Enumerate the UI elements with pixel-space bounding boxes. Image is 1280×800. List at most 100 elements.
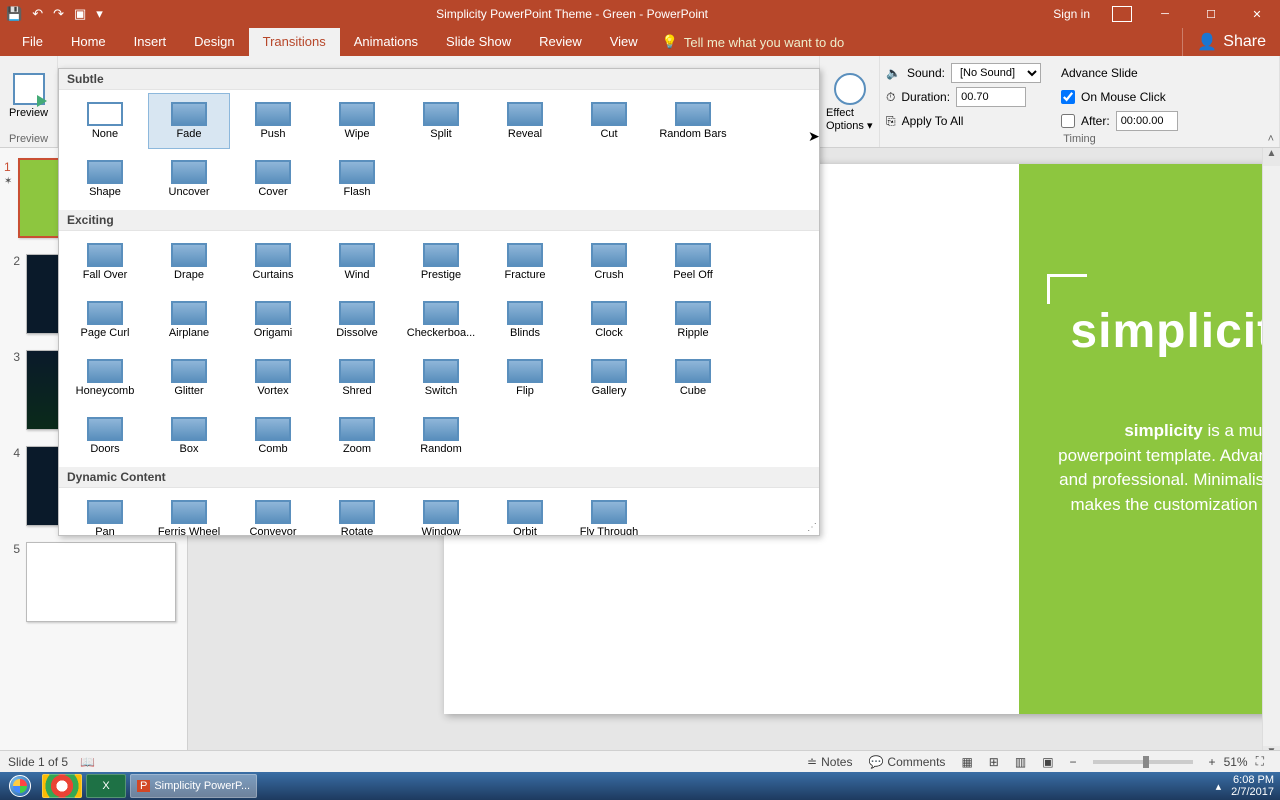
tab-insert[interactable]: Insert xyxy=(120,28,181,56)
comments-button[interactable]: 💬Comments xyxy=(860,751,953,772)
slideshow-view-button[interactable]: ▣ xyxy=(1034,751,1061,772)
transition-page-curl[interactable]: Page Curl xyxy=(64,292,146,348)
tab-review[interactable]: Review xyxy=(525,28,596,56)
thumb-5[interactable]: 5 xyxy=(4,542,183,622)
undo-icon[interactable]: ↶ xyxy=(32,6,43,22)
transition-glitter[interactable]: Glitter xyxy=(148,350,230,406)
transition-fracture[interactable]: Fracture xyxy=(484,234,566,290)
transition-uncover[interactable]: Uncover xyxy=(148,151,230,207)
transition-none[interactable]: None xyxy=(64,93,146,149)
taskbar-excel[interactable]: X xyxy=(86,774,126,798)
transition-random[interactable]: Random xyxy=(400,408,482,464)
transition-wind[interactable]: Wind xyxy=(316,234,398,290)
save-icon[interactable]: 💾 xyxy=(6,6,22,22)
transition-airplane[interactable]: Airplane xyxy=(148,292,230,348)
share-button[interactable]: 👤 Share xyxy=(1182,28,1280,56)
transition-box[interactable]: Box xyxy=(148,408,230,464)
signin-link[interactable]: Sign in xyxy=(1041,7,1102,21)
tab-view[interactable]: View xyxy=(596,28,652,56)
spelling-icon[interactable]: 📖 xyxy=(80,755,95,769)
transition-clock[interactable]: Clock xyxy=(568,292,650,348)
ribbon-display-options-icon[interactable] xyxy=(1112,6,1132,22)
transition-fall-over[interactable]: Fall Over xyxy=(64,234,146,290)
clock[interactable]: 6:08 PM 2/7/2017 xyxy=(1231,774,1274,798)
notes-button[interactable]: ≐Notes xyxy=(799,751,860,772)
tab-design[interactable]: Design xyxy=(180,28,248,56)
transition-pan[interactable]: Pan xyxy=(64,491,146,536)
fit-slide-button[interactable]: ⛶ xyxy=(1248,751,1272,772)
slideshow-icon[interactable]: ▣ xyxy=(74,6,86,22)
transition-cube[interactable]: Cube xyxy=(652,350,734,406)
transition-checkerboa-[interactable]: Checkerboa... xyxy=(400,292,482,348)
preview-button[interactable]: Preview xyxy=(6,61,51,131)
after-checkbox[interactable] xyxy=(1061,114,1075,128)
transition-honeycomb[interactable]: Honeycomb xyxy=(64,350,146,406)
system-tray[interactable]: ▴ 6:08 PM 2/7/2017 xyxy=(1216,774,1280,798)
transition-flip[interactable]: Flip xyxy=(484,350,566,406)
scroll-up-icon[interactable]: ▲ xyxy=(1263,148,1280,166)
tab-file[interactable]: File xyxy=(8,28,57,56)
transition-wipe[interactable]: Wipe xyxy=(316,93,398,149)
zoom-out-button[interactable]: − xyxy=(1062,751,1085,772)
minimize-button[interactable]: ─ xyxy=(1142,0,1188,28)
transition-curtains[interactable]: Curtains xyxy=(232,234,314,290)
transition-conveyor[interactable]: Conveyor xyxy=(232,491,314,536)
transition-blinds[interactable]: Blinds xyxy=(484,292,566,348)
transition-comb[interactable]: Comb xyxy=(232,408,314,464)
on-mouse-click-checkbox[interactable] xyxy=(1061,90,1075,104)
transition-fly-through[interactable]: Fly Through xyxy=(568,491,650,536)
effect-options-button[interactable]: Effect Options ▾ xyxy=(826,68,873,138)
normal-view-button[interactable]: ▦ xyxy=(953,751,980,772)
transition-vortex[interactable]: Vortex xyxy=(232,350,314,406)
transition-rotate[interactable]: Rotate xyxy=(316,491,398,536)
close-button[interactable]: ✕ xyxy=(1234,0,1280,28)
transition-cut[interactable]: Cut xyxy=(568,93,650,149)
transition-switch[interactable]: Switch xyxy=(400,350,482,406)
start-button[interactable] xyxy=(0,772,40,800)
zoom-level[interactable]: 51% xyxy=(1224,755,1248,769)
zoom-in-button[interactable]: + xyxy=(1201,751,1224,772)
gallery-resize-handle[interactable]: ⋰ xyxy=(807,522,817,533)
taskbar-powerpoint[interactable]: P Simplicity PowerP... xyxy=(130,774,257,798)
transition-zoom[interactable]: Zoom xyxy=(316,408,398,464)
tab-slideshow[interactable]: Slide Show xyxy=(432,28,525,56)
tab-home[interactable]: Home xyxy=(57,28,120,56)
transition-push[interactable]: Push xyxy=(232,93,314,149)
transition-doors[interactable]: Doors xyxy=(64,408,146,464)
vertical-scrollbar[interactable]: ▲ ▼ xyxy=(1262,148,1280,764)
transition-gallery[interactable]: Gallery xyxy=(568,350,650,406)
transition-cover[interactable]: Cover xyxy=(232,151,314,207)
transition-shape[interactable]: Shape xyxy=(64,151,146,207)
transition-ferris-wheel[interactable]: Ferris Wheel xyxy=(148,491,230,536)
transition-reveal[interactable]: Reveal xyxy=(484,93,566,149)
transition-crush[interactable]: Crush xyxy=(568,234,650,290)
transition-drape[interactable]: Drape xyxy=(148,234,230,290)
sorter-view-button[interactable]: ⊞ xyxy=(981,751,1007,772)
transition-prestige[interactable]: Prestige xyxy=(400,234,482,290)
transition-fade[interactable]: Fade xyxy=(148,93,230,149)
transition-ripple[interactable]: Ripple xyxy=(652,292,734,348)
zoom-slider[interactable] xyxy=(1093,760,1193,764)
transition-split[interactable]: Split xyxy=(400,93,482,149)
after-input[interactable] xyxy=(1116,111,1178,131)
transition-shred[interactable]: Shred xyxy=(316,350,398,406)
tab-animations[interactable]: Animations xyxy=(340,28,432,56)
duration-input[interactable] xyxy=(956,87,1026,107)
tellme-search[interactable]: 💡 Tell me what you want to do xyxy=(652,28,845,56)
apply-all-button[interactable]: Apply To All xyxy=(902,114,964,128)
transition-peel-off[interactable]: Peel Off xyxy=(652,234,734,290)
transition-orbit[interactable]: Orbit xyxy=(484,491,566,536)
tray-chevron-icon[interactable]: ▴ xyxy=(1216,780,1222,793)
taskbar-chrome[interactable] xyxy=(42,774,82,798)
transition-origami[interactable]: Origami xyxy=(232,292,314,348)
transition-flash[interactable]: Flash xyxy=(316,151,398,207)
reading-view-button[interactable]: ▥ xyxy=(1007,751,1034,772)
transition-window[interactable]: Window xyxy=(400,491,482,536)
transition-random-bars[interactable]: Random Bars xyxy=(652,93,734,149)
redo-icon[interactable]: ↷ xyxy=(53,6,64,22)
transition-dissolve[interactable]: Dissolve xyxy=(316,292,398,348)
sound-select[interactable]: [No Sound] xyxy=(951,63,1041,83)
maximize-button[interactable]: ☐ xyxy=(1188,0,1234,28)
tab-transitions[interactable]: Transitions xyxy=(249,28,340,56)
collapse-ribbon-icon[interactable]: ˄ xyxy=(1268,133,1274,145)
